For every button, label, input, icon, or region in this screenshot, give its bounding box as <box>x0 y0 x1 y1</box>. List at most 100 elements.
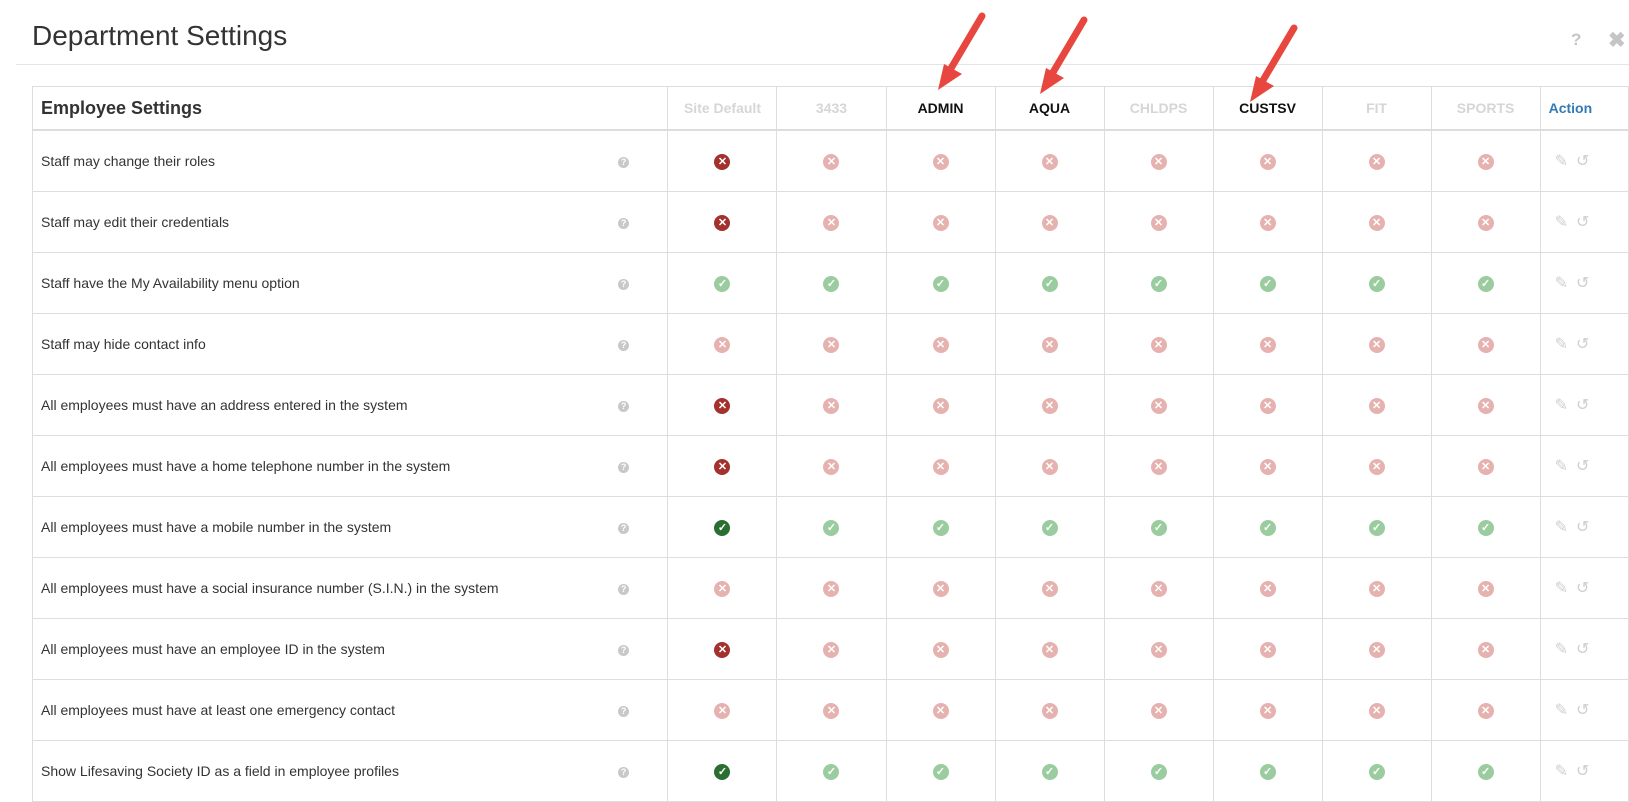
info-icon[interactable]: ? <box>618 401 630 412</box>
x-circle-icon[interactable]: ✕ <box>932 215 949 231</box>
x-circle-icon[interactable]: ✕ <box>932 581 949 597</box>
x-circle-icon[interactable]: ✕ <box>1041 154 1058 170</box>
x-circle-icon[interactable]: ✕ <box>932 459 949 475</box>
x-circle-icon[interactable]: ✕ <box>823 703 840 719</box>
info-icon[interactable]: ? <box>618 523 630 534</box>
x-circle-icon[interactable]: ✕ <box>1041 215 1058 231</box>
x-circle-icon[interactable]: ✕ <box>932 398 949 414</box>
x-circle-icon[interactable]: ✕ <box>1368 215 1385 231</box>
x-circle-icon[interactable]: ✕ <box>1150 459 1167 475</box>
x-circle-icon[interactable]: ✕ <box>1150 337 1167 353</box>
x-circle-icon[interactable]: ✕ <box>823 154 840 170</box>
history-icon[interactable]: ↺ <box>1576 700 1589 720</box>
x-circle-icon[interactable]: ✕ <box>1259 215 1276 231</box>
x-circle-icon[interactable]: ✕ <box>823 398 840 414</box>
x-circle-icon[interactable]: ✕ <box>714 398 731 414</box>
history-icon[interactable]: ↺ <box>1576 578 1589 598</box>
pencil-icon[interactable]: ✎ <box>1555 578 1568 598</box>
check-circle-icon[interactable]: ✓ <box>932 276 949 292</box>
x-circle-icon[interactable]: ✕ <box>1041 703 1058 719</box>
check-circle-icon[interactable]: ✓ <box>714 520 731 536</box>
x-circle-icon[interactable]: ✕ <box>1041 642 1058 658</box>
x-circle-icon[interactable]: ✕ <box>714 581 731 597</box>
x-circle-icon[interactable]: ✕ <box>1477 459 1494 475</box>
info-icon[interactable]: ? <box>618 706 630 717</box>
check-circle-icon[interactable]: ✓ <box>714 764 731 780</box>
check-circle-icon[interactable]: ✓ <box>1041 764 1058 780</box>
check-circle-icon[interactable]: ✓ <box>1150 764 1167 780</box>
x-circle-icon[interactable]: ✕ <box>823 337 840 353</box>
pencil-icon[interactable]: ✎ <box>1555 334 1568 354</box>
x-circle-icon[interactable]: ✕ <box>932 154 949 170</box>
x-circle-icon[interactable]: ✕ <box>932 337 949 353</box>
check-circle-icon[interactable]: ✓ <box>714 276 731 292</box>
x-circle-icon[interactable]: ✕ <box>1259 154 1276 170</box>
check-circle-icon[interactable]: ✓ <box>1259 520 1276 536</box>
x-circle-icon[interactable]: ✕ <box>1041 398 1058 414</box>
check-circle-icon[interactable]: ✓ <box>823 520 840 536</box>
x-circle-icon[interactable]: ✕ <box>714 642 731 658</box>
x-circle-icon[interactable]: ✕ <box>823 642 840 658</box>
x-circle-icon[interactable]: ✕ <box>714 337 731 353</box>
check-circle-icon[interactable]: ✓ <box>1259 276 1276 292</box>
x-circle-icon[interactable]: ✕ <box>1259 581 1276 597</box>
check-circle-icon[interactable]: ✓ <box>1259 764 1276 780</box>
history-icon[interactable]: ↺ <box>1576 517 1589 537</box>
pencil-icon[interactable]: ✎ <box>1555 151 1568 171</box>
history-icon[interactable]: ↺ <box>1576 456 1589 476</box>
x-circle-icon[interactable]: ✕ <box>823 581 840 597</box>
x-circle-icon[interactable]: ✕ <box>1259 337 1276 353</box>
check-circle-icon[interactable]: ✓ <box>1150 520 1167 536</box>
pencil-icon[interactable]: ✎ <box>1555 212 1568 232</box>
x-circle-icon[interactable]: ✕ <box>1368 581 1385 597</box>
pencil-icon[interactable]: ✎ <box>1555 700 1568 720</box>
info-icon[interactable]: ? <box>618 340 630 351</box>
pencil-icon[interactable]: ✎ <box>1555 761 1568 781</box>
x-circle-icon[interactable]: ✕ <box>1259 642 1276 658</box>
check-circle-icon[interactable]: ✓ <box>1041 276 1058 292</box>
check-circle-icon[interactable]: ✓ <box>1477 520 1494 536</box>
history-icon[interactable]: ↺ <box>1576 212 1589 232</box>
x-circle-icon[interactable]: ✕ <box>1368 154 1385 170</box>
history-icon[interactable]: ↺ <box>1576 761 1589 781</box>
history-icon[interactable]: ↺ <box>1576 395 1589 415</box>
x-circle-icon[interactable]: ✕ <box>1477 398 1494 414</box>
check-circle-icon[interactable]: ✓ <box>823 276 840 292</box>
x-circle-icon[interactable]: ✕ <box>1477 703 1494 719</box>
history-icon[interactable]: ↺ <box>1576 151 1589 171</box>
pencil-icon[interactable]: ✎ <box>1555 639 1568 659</box>
info-icon[interactable]: ? <box>618 584 630 595</box>
check-circle-icon[interactable]: ✓ <box>1368 276 1385 292</box>
x-circle-icon[interactable]: ✕ <box>1477 581 1494 597</box>
check-circle-icon[interactable]: ✓ <box>932 764 949 780</box>
x-circle-icon[interactable]: ✕ <box>1259 398 1276 414</box>
x-circle-icon[interactable]: ✕ <box>714 459 731 475</box>
x-circle-icon[interactable]: ✕ <box>1368 398 1385 414</box>
close-icon[interactable]: ✖ <box>1608 28 1626 53</box>
check-circle-icon[interactable]: ✓ <box>932 520 949 536</box>
check-circle-icon[interactable]: ✓ <box>1368 520 1385 536</box>
x-circle-icon[interactable]: ✕ <box>932 703 949 719</box>
x-circle-icon[interactable]: ✕ <box>1041 459 1058 475</box>
x-circle-icon[interactable]: ✕ <box>1368 642 1385 658</box>
x-circle-icon[interactable]: ✕ <box>1150 642 1167 658</box>
history-icon[interactable]: ↺ <box>1576 273 1589 293</box>
history-icon[interactable]: ↺ <box>1576 334 1589 354</box>
history-icon[interactable]: ↺ <box>1576 639 1589 659</box>
x-circle-icon[interactable]: ✕ <box>1150 398 1167 414</box>
x-circle-icon[interactable]: ✕ <box>1259 703 1276 719</box>
x-circle-icon[interactable]: ✕ <box>1150 703 1167 719</box>
x-circle-icon[interactable]: ✕ <box>1368 703 1385 719</box>
info-icon[interactable]: ? <box>618 279 630 290</box>
pencil-icon[interactable]: ✎ <box>1555 517 1568 537</box>
x-circle-icon[interactable]: ✕ <box>1477 642 1494 658</box>
x-circle-icon[interactable]: ✕ <box>1259 459 1276 475</box>
x-circle-icon[interactable]: ✕ <box>1368 459 1385 475</box>
x-circle-icon[interactable]: ✕ <box>714 154 731 170</box>
x-circle-icon[interactable]: ✕ <box>1150 581 1167 597</box>
x-circle-icon[interactable]: ✕ <box>1041 337 1058 353</box>
x-circle-icon[interactable]: ✕ <box>1150 215 1167 231</box>
x-circle-icon[interactable]: ✕ <box>714 703 731 719</box>
info-icon[interactable]: ? <box>618 767 630 778</box>
x-circle-icon[interactable]: ✕ <box>1477 215 1494 231</box>
